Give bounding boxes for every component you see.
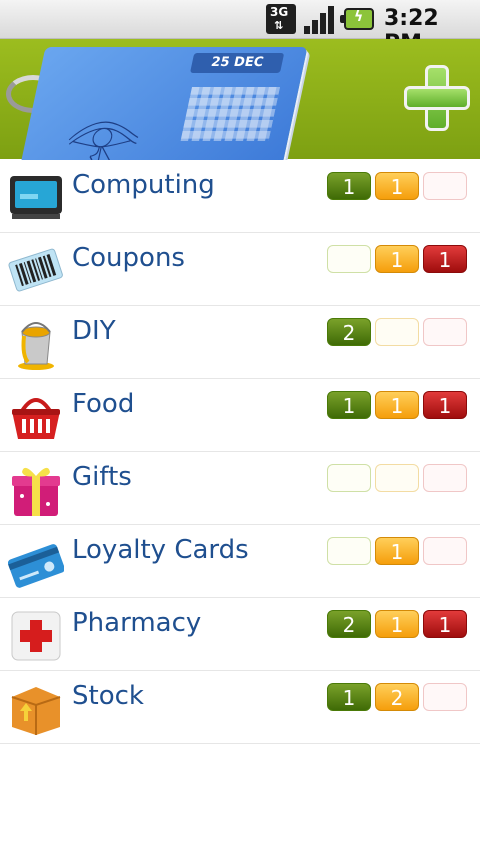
- barcode-coupon-icon: [8, 248, 63, 292]
- calendar-logo: 25 DEC 𓂀: [20, 47, 308, 167]
- orange-count-badge: [375, 464, 419, 492]
- status-badges: 1 1: [327, 172, 470, 202]
- list-item-diy[interactable]: DIY 2: [0, 306, 480, 379]
- cardboard-box-icon: [11, 687, 61, 735]
- green-count-badge: 1: [327, 683, 371, 711]
- green-count-badge: 1: [327, 391, 371, 419]
- status-badges: 1 1: [327, 245, 470, 275]
- orange-count-badge: 2: [375, 683, 419, 711]
- medical-cross-icon: [11, 611, 61, 661]
- status-badges: [327, 464, 470, 494]
- category-list: Computing 1 1 Coupons 1 1 DIY 2 Food 1 1…: [0, 160, 480, 744]
- category-label: Gifts: [72, 462, 132, 492]
- status-badges: 1: [327, 537, 470, 567]
- green-count-badge: 2: [327, 318, 371, 346]
- network-label: 3G: [270, 5, 289, 19]
- category-label: Pharmacy: [72, 608, 202, 638]
- paint-bucket-icon: [18, 322, 54, 370]
- calendar-date: 25 DEC: [189, 53, 285, 73]
- red-count-badge: [423, 537, 467, 565]
- orange-count-badge: 1: [375, 245, 419, 273]
- gift-box-icon: [12, 467, 60, 516]
- red-count-badge: 1: [423, 391, 467, 419]
- orange-count-badge: 1: [375, 537, 419, 565]
- orange-count-badge: 1: [375, 172, 419, 200]
- list-item-pharmacy[interactable]: Pharmacy 2 1 1: [0, 598, 480, 671]
- category-label: Loyalty Cards: [72, 535, 249, 565]
- list-item-food[interactable]: Food 1 1 1: [0, 379, 480, 452]
- green-count-badge: 1: [327, 172, 371, 200]
- credit-card-icon: [8, 544, 64, 588]
- category-label: Computing: [72, 170, 215, 200]
- status-badges: 1 1 1: [327, 391, 470, 421]
- red-count-badge: [423, 464, 467, 492]
- add-button[interactable]: [404, 65, 470, 131]
- status-badges: 2: [327, 318, 470, 348]
- category-label: Stock: [72, 681, 144, 711]
- red-count-badge: 1: [423, 610, 467, 638]
- list-item-computing[interactable]: Computing 1 1: [0, 160, 480, 233]
- red-count-badge: 1: [423, 245, 467, 273]
- category-label: Coupons: [72, 243, 185, 273]
- category-label: Food: [72, 389, 135, 419]
- green-count-badge: [327, 245, 371, 273]
- red-count-badge: [423, 172, 467, 200]
- status-badges: 1 2: [327, 683, 470, 713]
- list-item-gifts[interactable]: Gifts: [0, 452, 480, 525]
- computer-monitor-icon: [10, 176, 62, 219]
- orange-count-badge: 1: [375, 610, 419, 638]
- status-bar: 3G ⇅ ϟ 3:22 PM: [0, 0, 480, 56]
- green-count-badge: [327, 464, 371, 492]
- green-count-badge: [327, 537, 371, 565]
- orange-count-badge: [375, 318, 419, 346]
- status-badges: 2 1 1: [327, 610, 470, 640]
- orange-count-badge: 1: [375, 391, 419, 419]
- calendar-grid: [180, 87, 281, 141]
- list-item-coupons[interactable]: Coupons 1 1: [0, 233, 480, 306]
- red-count-badge: [423, 318, 467, 346]
- green-count-badge: 2: [327, 610, 371, 638]
- shopping-basket-icon: [12, 398, 60, 439]
- eye-of-horus-icon: 𓂀: [57, 111, 147, 167]
- list-item-loyalty-cards[interactable]: Loyalty Cards 1: [0, 525, 480, 598]
- battery-charging-icon: ϟ: [340, 8, 374, 30]
- network-3g-icon: 3G ⇅: [266, 4, 296, 34]
- app-header: 25 DEC 𓂀: [0, 39, 480, 177]
- red-count-badge: [423, 683, 467, 711]
- signal-strength-icon: [304, 4, 336, 34]
- list-item-stock[interactable]: Stock 1 2: [0, 671, 480, 744]
- category-label: DIY: [72, 316, 116, 346]
